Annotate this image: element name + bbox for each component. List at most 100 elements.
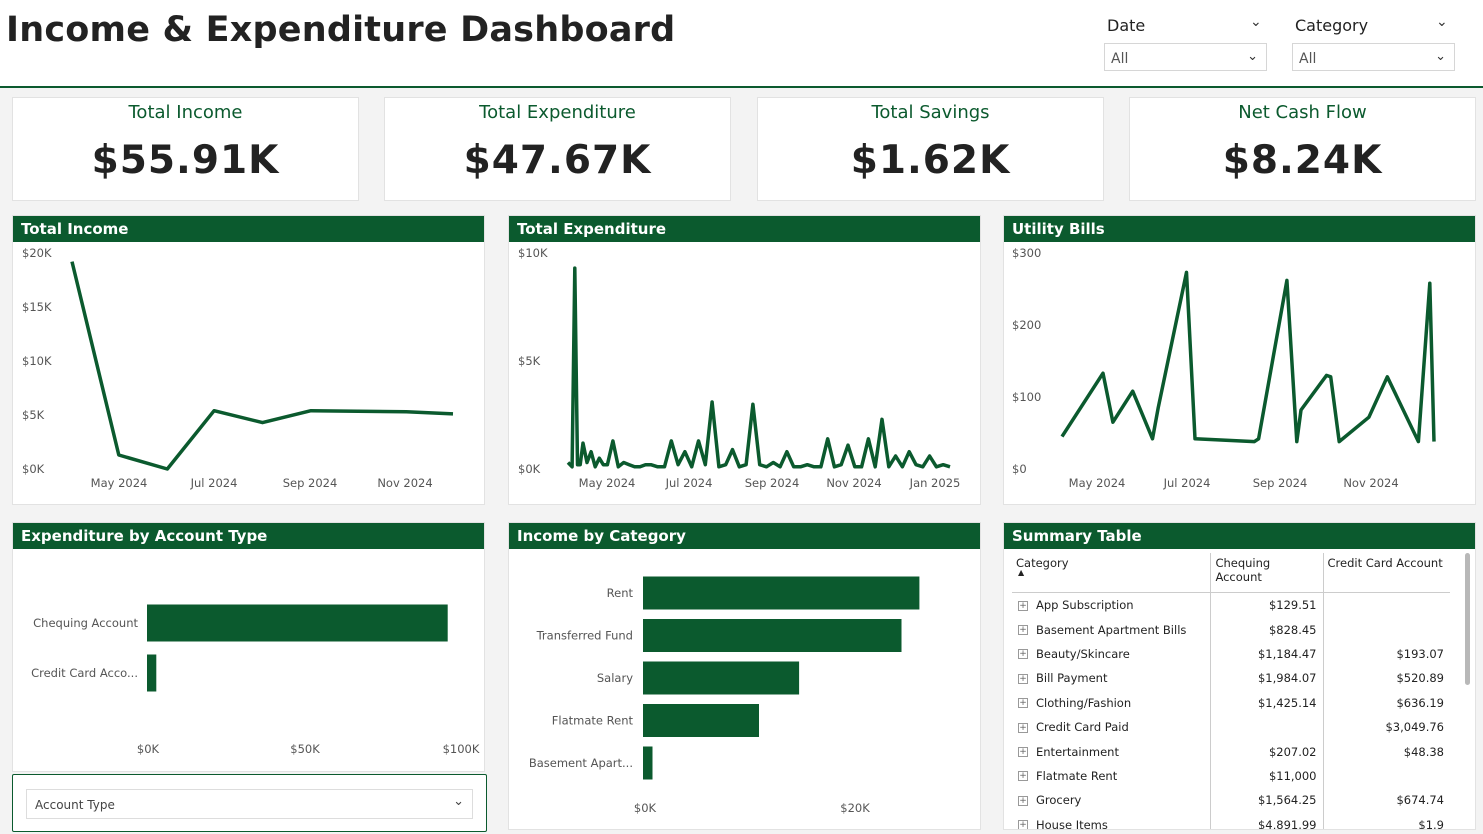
bar bbox=[643, 576, 920, 610]
total-expenditure-chart[interactable]: $10K $5K $0K May 2024 Jul 2024 Sep 2024 Nov 2… bbox=[509, 242, 982, 506]
expand-plus-icon[interactable]: + bbox=[1018, 747, 1028, 758]
credit-cell bbox=[1322, 592, 1450, 618]
chevron-down-icon[interactable]: ⌄ bbox=[453, 794, 464, 809]
expand-plus-icon[interactable]: + bbox=[1018, 722, 1028, 733]
bar bbox=[643, 746, 653, 780]
expenditure-by-account-panel[interactable]: Expenditure by Account Type Chequing Acc… bbox=[12, 522, 485, 772]
x-tick-label: $100K bbox=[443, 742, 480, 756]
panel-title: Total Expenditure bbox=[509, 216, 980, 242]
utility-bills-panel[interactable]: Utility Bills $300 $200 $100 $0 May 2024 Jul… bbox=[1003, 215, 1476, 505]
chequing-cell: $11,000 bbox=[1210, 763, 1323, 789]
date-dropdown[interactable]: All ⌄ bbox=[1104, 43, 1267, 71]
category-label: Transferred Fund bbox=[536, 629, 633, 643]
panel-title: Income by Category bbox=[509, 523, 980, 549]
table-scrollbar[interactable] bbox=[1465, 553, 1470, 685]
x-tick-label: Jan 2025 bbox=[909, 476, 961, 490]
column-header-category[interactable]: Category ▲ bbox=[1012, 553, 1211, 593]
panel-title: Utility Bills bbox=[1004, 216, 1475, 242]
y-tick-label: $10K bbox=[22, 354, 52, 368]
expand-plus-icon[interactable]: + bbox=[1018, 673, 1028, 684]
expand-plus-icon[interactable]: + bbox=[1018, 698, 1028, 709]
income-by-category-chart[interactable]: Rent Transferred Fund Salary Flatmate Rent B… bbox=[509, 549, 982, 831]
credit-cell bbox=[1322, 617, 1450, 642]
kpi-card-net-cash-flow[interactable]: Net Cash Flow $8.24K bbox=[1129, 97, 1476, 201]
chequing-cell bbox=[1210, 714, 1323, 740]
bar bbox=[643, 704, 759, 737]
y-tick-label: $0K bbox=[518, 462, 541, 476]
account-type-slicer[interactable]: Account Type ⌄ bbox=[12, 774, 487, 832]
credit-cell bbox=[1322, 763, 1450, 789]
kpi-card-total-expenditure[interactable]: Total Expenditure $47.67K bbox=[384, 97, 731, 201]
table-row[interactable]: + Beauty/Skincare $1,184.47 $193.07 bbox=[1012, 641, 1450, 667]
table-row[interactable]: + App Subscription $129.51 bbox=[1012, 592, 1450, 618]
expand-plus-icon[interactable]: + bbox=[1018, 600, 1028, 611]
table-row[interactable]: + House Items $4,891.99 $1.9 bbox=[1012, 812, 1450, 830]
chequing-cell: $1,425.14 bbox=[1210, 690, 1323, 715]
expenditure-by-account-chart[interactable]: Chequing Account Credit Card Acco... $0K $5… bbox=[13, 549, 486, 773]
x-tick-label: Jul 2024 bbox=[190, 476, 238, 490]
utility-bills-chart[interactable]: $300 $200 $100 $0 May 2024 Jul 2024 Sep 2024 N… bbox=[1004, 242, 1477, 506]
table-row[interactable]: + Flatmate Rent $11,000 bbox=[1012, 763, 1450, 789]
page-title: Income & Expenditure Dashboard bbox=[6, 10, 676, 50]
y-axis-labels: $20K $15K $10K $5K $0K bbox=[22, 246, 52, 476]
credit-cell: $636.19 bbox=[1322, 690, 1450, 715]
account-type-dropdown[interactable]: Account Type ⌄ bbox=[26, 789, 473, 819]
category-slicer-label: Category bbox=[1295, 16, 1369, 35]
chevron-down-icon[interactable]: ⌄ bbox=[1250, 14, 1262, 30]
sort-ascending-icon[interactable]: ▲ bbox=[1018, 569, 1206, 577]
chequing-cell: $828.45 bbox=[1210, 617, 1323, 642]
expand-plus-icon[interactable]: + bbox=[1018, 771, 1028, 782]
kpi-card-total-income[interactable]: Total Income $55.91K bbox=[12, 97, 359, 201]
category-cell: + Bill Payment bbox=[1018, 671, 1108, 686]
table-header-row: Category ▲ Chequing Account Credit Card … bbox=[1012, 553, 1450, 593]
x-tick-label: Nov 2024 bbox=[1343, 476, 1398, 490]
kpi-value: $8.24K bbox=[1222, 138, 1383, 183]
category-cell: + Beauty/Skincare bbox=[1018, 646, 1130, 661]
chevron-down-icon[interactable]: ⌄ bbox=[1435, 49, 1446, 64]
panel-title: Total Income bbox=[13, 216, 484, 242]
credit-cell: $3,049.76 bbox=[1322, 714, 1450, 740]
chequing-cell: $129.51 bbox=[1210, 592, 1323, 618]
category-cell: + Grocery bbox=[1018, 793, 1082, 808]
y-tick-label: $15K bbox=[22, 300, 52, 314]
category-cell: + House Items bbox=[1018, 817, 1108, 830]
chevron-down-icon[interactable]: ⌄ bbox=[1436, 14, 1448, 30]
chevron-down-icon[interactable]: ⌄ bbox=[1247, 49, 1258, 64]
credit-cell: $193.07 bbox=[1322, 641, 1450, 667]
bar bbox=[147, 604, 448, 642]
x-tick-label: May 2024 bbox=[579, 476, 636, 490]
expand-plus-icon[interactable]: + bbox=[1018, 795, 1028, 806]
kpi-value: $1.62K bbox=[850, 138, 1011, 183]
y-tick-label: $20K bbox=[22, 246, 52, 260]
category-cell: + Flatmate Rent bbox=[1018, 768, 1118, 783]
category-label: Credit Card Acco... bbox=[31, 666, 138, 680]
column-header-chequing[interactable]: Chequing Account bbox=[1210, 553, 1323, 593]
income-by-category-panel[interactable]: Income by Category Rent Transferred Fund S… bbox=[508, 522, 981, 830]
kpi-card-total-savings[interactable]: Total Savings $1.62K bbox=[757, 97, 1104, 201]
y-tick-label: $200 bbox=[1012, 318, 1041, 332]
expand-plus-icon[interactable]: + bbox=[1018, 649, 1028, 660]
kpi-value: $47.67K bbox=[463, 138, 652, 183]
summary-table[interactable]: Category ▲ Chequing Account Credit Card … bbox=[1012, 553, 1450, 830]
expand-plus-icon[interactable]: + bbox=[1018, 625, 1028, 636]
total-income-chart[interactable]: $20K $15K $10K $5K $0K May 2024 Jul 2024 Sep 2… bbox=[13, 242, 486, 506]
column-header-credit[interactable]: Credit Card Account bbox=[1322, 553, 1450, 593]
kpi-title: Total Income bbox=[128, 102, 243, 123]
date-slicer[interactable]: Date ⌄ All ⌄ bbox=[1104, 14, 1267, 74]
table-row[interactable]: + Clothing/Fashion $1,425.14 $636.19 bbox=[1012, 690, 1450, 715]
expand-plus-icon[interactable]: + bbox=[1018, 820, 1028, 829]
table-row[interactable]: + Basement Apartment Bills $828.45 bbox=[1012, 617, 1450, 642]
x-axis-labels: May 2024 Jul 2024 Sep 2024 Nov 2024 Jan 2025 bbox=[579, 476, 961, 490]
category-dropdown[interactable]: All ⌄ bbox=[1292, 43, 1455, 71]
category-slicer[interactable]: Category ⌄ All ⌄ bbox=[1292, 14, 1455, 74]
table-row[interactable]: + Bill Payment $1,984.07 $520.89 bbox=[1012, 666, 1450, 691]
chequing-cell: $1,184.47 bbox=[1210, 641, 1323, 667]
x-tick-label: May 2024 bbox=[1069, 476, 1126, 490]
x-tick-label: Nov 2024 bbox=[826, 476, 881, 490]
total-income-panel[interactable]: Total Income $20K $15K $10K $5K $0K May 2024… bbox=[12, 215, 485, 505]
total-expenditure-panel[interactable]: Total Expenditure $10K $5K $0K May 2024 Jul… bbox=[508, 215, 981, 505]
table-row[interactable]: + Grocery $1,564.25 $674.74 bbox=[1012, 788, 1450, 813]
table-row[interactable]: + Credit Card Paid $3,049.76 bbox=[1012, 714, 1450, 740]
summary-table-panel[interactable]: Summary Table Category ▲ Chequing Accoun… bbox=[1003, 522, 1476, 830]
table-row[interactable]: + Entertainment $207.02 $48.38 bbox=[1012, 739, 1450, 764]
